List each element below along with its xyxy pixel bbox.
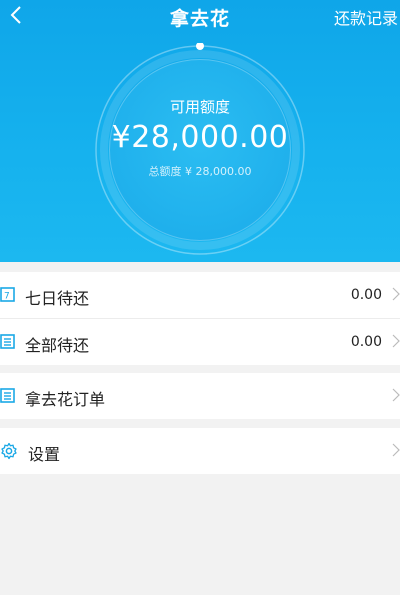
chevron-right-icon bbox=[392, 388, 400, 402]
bills-card: 7 七日待还 0.00 全部待还 0.00 bbox=[0, 272, 400, 365]
total-credit-text: 总额度 ¥ 28,000.00 bbox=[148, 165, 252, 178]
orders-label: 拿去花订单 bbox=[25, 390, 106, 409]
bill-label: 七日待还 bbox=[25, 289, 90, 308]
chevron-right-icon bbox=[392, 287, 400, 301]
settings-row[interactable]: 设置 bbox=[0, 428, 400, 474]
available-credit-label: 可用额度 bbox=[169, 98, 230, 116]
svg-text:7: 7 bbox=[4, 292, 10, 302]
chevron-right-icon bbox=[392, 334, 400, 348]
bill-value: 0.00 bbox=[350, 334, 382, 350]
bill-row-all[interactable]: 全部待还 0.00 bbox=[0, 319, 400, 365]
credit-hero: 拿去花 还款记录 可用额度 ¥28,000.00 总额度 ¥ 28,000.00 bbox=[0, 0, 400, 262]
gear-icon bbox=[1, 442, 17, 460]
dial-indicator-dot bbox=[196, 43, 204, 50]
chevron-right-icon bbox=[392, 443, 400, 457]
bill-row-seven-day[interactable]: 7 七日待还 0.00 bbox=[0, 272, 400, 319]
top-bar: 拿去花 还款记录 bbox=[0, 0, 400, 34]
bill-value: 0.00 bbox=[350, 287, 382, 303]
list-icon bbox=[0, 334, 15, 349]
calendar-7-icon: 7 bbox=[0, 287, 15, 302]
orders-card: 拿去花订单 bbox=[0, 373, 400, 419]
order-list-icon bbox=[0, 388, 15, 403]
settings-label: 设置 bbox=[28, 445, 61, 464]
orders-row[interactable]: 拿去花订单 bbox=[0, 373, 400, 419]
settings-card: 设置 bbox=[0, 428, 400, 474]
available-credit-amount: ¥28,000.00 bbox=[111, 120, 289, 155]
bill-label: 全部待还 bbox=[25, 336, 90, 355]
repayment-record-link[interactable]: 还款记录 bbox=[334, 5, 398, 29]
